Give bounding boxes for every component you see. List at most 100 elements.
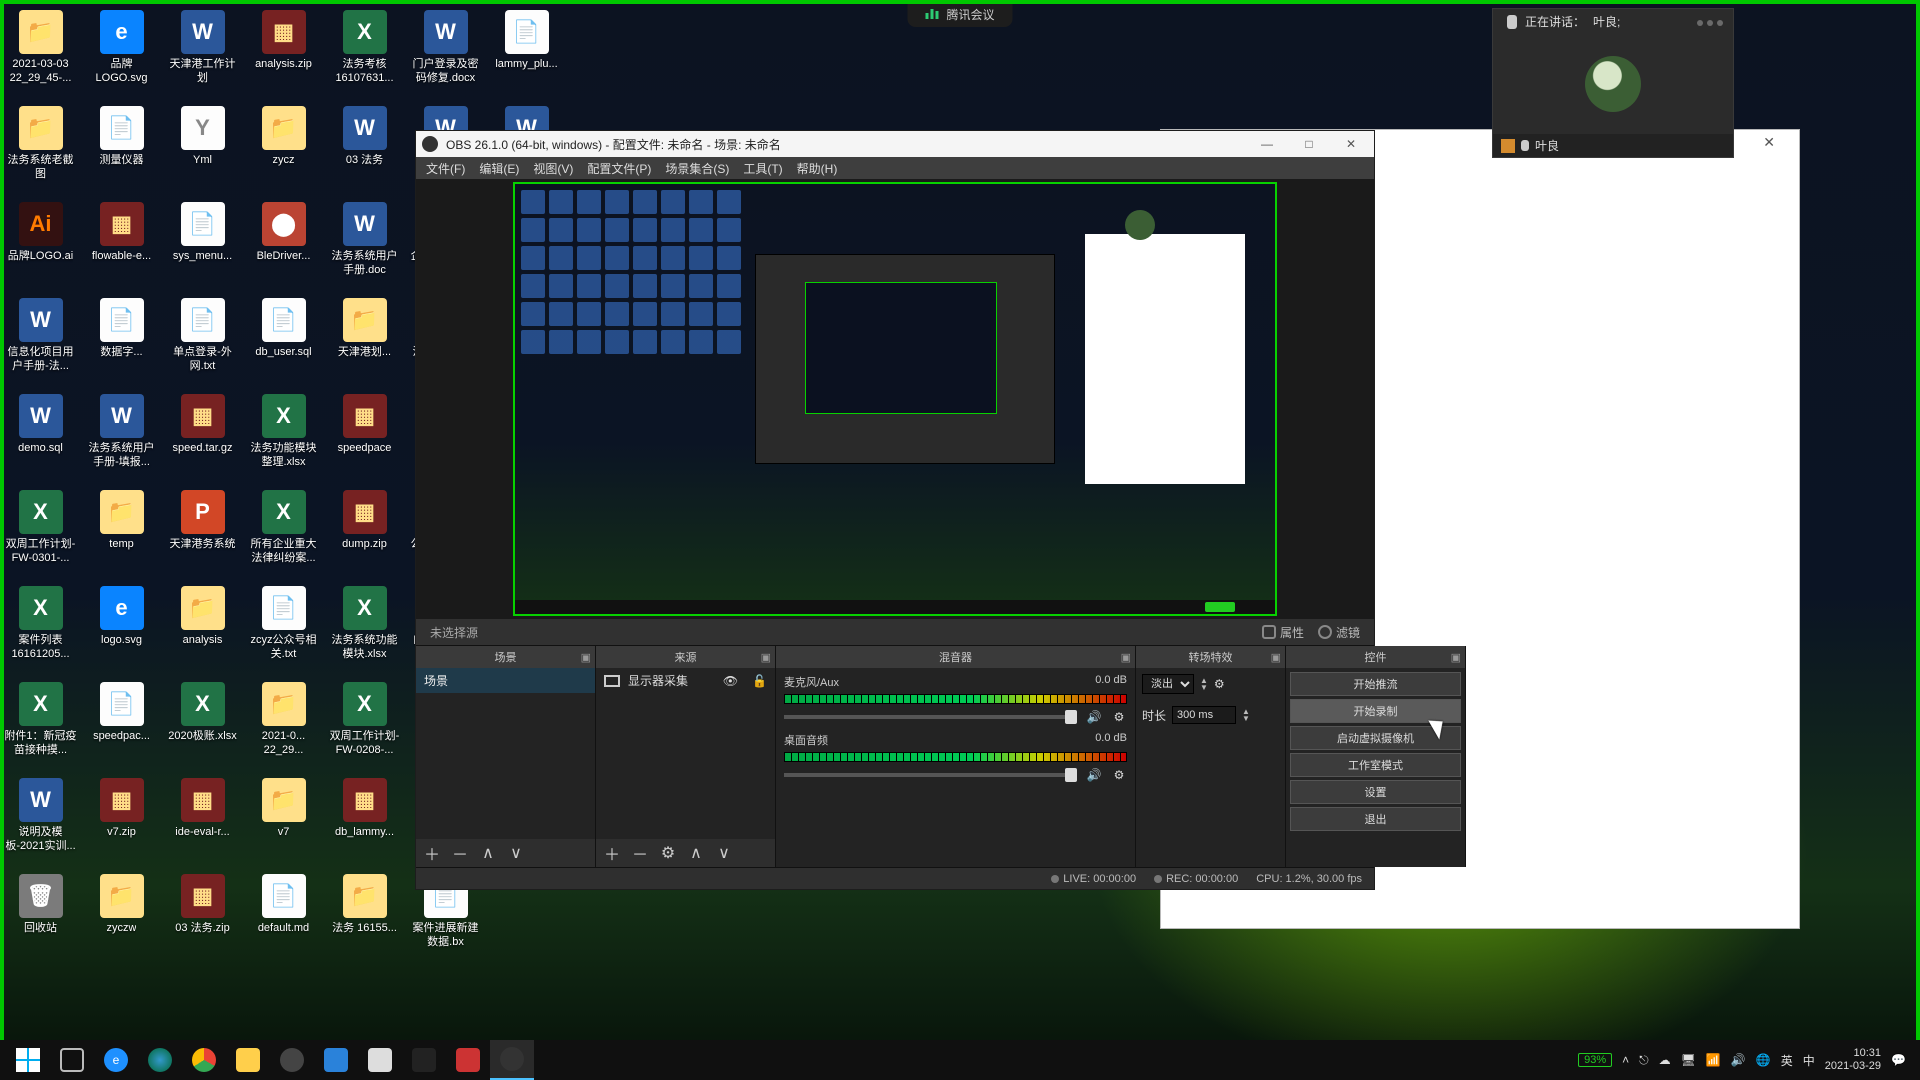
meeting-top-bar[interactable]: 腾讯会议	[907, 4, 1012, 27]
add-scene-button[interactable]: ＋	[424, 845, 440, 861]
maximize-button[interactable]: □	[1292, 137, 1326, 151]
duration-input[interactable]	[1172, 706, 1236, 724]
volume-icon[interactable]: 🔊	[1731, 1053, 1746, 1067]
desktop-icon[interactable]: ▦v7.zip	[85, 774, 158, 864]
scene-up-button[interactable]: ∧	[480, 845, 496, 861]
taskview-button[interactable]	[50, 1040, 94, 1080]
dock-pop-icon[interactable]: ▣	[581, 651, 591, 664]
ie-button[interactable]: e	[94, 1040, 138, 1080]
preview-canvas[interactable]	[515, 184, 1275, 614]
dock-pop-icon[interactable]: ▣	[1271, 651, 1281, 664]
desktop-icon[interactable]: 📁法务系统老截图	[4, 102, 77, 192]
desktop-icon[interactable]: 📁analysis	[166, 582, 239, 672]
desktop-icon[interactable]: X双周工作计划-FW-0208-...	[328, 678, 401, 768]
desktop-icon[interactable]: 📁v7	[247, 774, 320, 864]
desktop-icon[interactable]: 📄default.md	[247, 870, 320, 960]
desktop-icon[interactable]: ⬤BleDriver...	[247, 198, 320, 288]
obs-taskbar-button[interactable]	[490, 1040, 534, 1080]
meeting-speaker-panel[interactable]: 正在讲话： 叶良; 叶良	[1492, 8, 1734, 158]
desktop-icon[interactable]: W03 法务	[328, 102, 401, 192]
dock-pop-icon[interactable]: ▣	[761, 651, 771, 664]
menu-item[interactable]: 文件(F)	[426, 160, 465, 177]
battery-indicator[interactable]: 93%	[1578, 1053, 1612, 1067]
tray-icon[interactable]: ⎋	[1639, 1053, 1649, 1068]
source-item[interactable]: 显示器采集 👁 🔓	[596, 668, 775, 693]
desktop-icon[interactable]: W法务系统用户手册.doc	[328, 198, 401, 288]
desktop-icon[interactable]: 📁temp	[85, 486, 158, 576]
desktop-icon[interactable]: 📄数据字...	[85, 294, 158, 384]
channel-settings-button[interactable]: ⚙	[1111, 710, 1127, 724]
tray-icon[interactable]: 🖥	[1681, 1053, 1696, 1067]
duration-spin[interactable]: ▲▼	[1242, 708, 1250, 722]
filters-button[interactable]: 滤镜	[1318, 624, 1360, 641]
notifications-icon[interactable]: 💬	[1891, 1053, 1906, 1067]
desktop-icon[interactable]: ▦speedpace	[328, 390, 401, 480]
tray-chevron-icon[interactable]: ˄	[1622, 1053, 1629, 1067]
volume-slider[interactable]	[784, 773, 1077, 777]
desktop-icon[interactable]: X法务系统功能模块.xlsx	[328, 582, 401, 672]
desktop-icon[interactable]: W天津港工作计划	[166, 6, 239, 96]
close-button[interactable]: ✕	[1334, 137, 1368, 151]
desktop-icon[interactable]: 📄sys_menu...	[166, 198, 239, 288]
desktop-icon[interactable]: 📁2021-0... 22_29...	[247, 678, 320, 768]
source-up-button[interactable]: ∧	[688, 845, 704, 861]
control-button[interactable]: 设置	[1290, 780, 1461, 804]
menu-item[interactable]: 帮助(H)	[797, 160, 838, 177]
desktop-icon[interactable]: X法务功能模块整理.xlsx	[247, 390, 320, 480]
start-button[interactable]	[6, 1040, 50, 1080]
desktop-icon[interactable]: W信息化项目用户手册-法...	[4, 294, 77, 384]
desktop-icon[interactable]: X双周工作计划-FW-0301-...	[4, 486, 77, 576]
more-icon[interactable]	[1693, 15, 1723, 29]
desktop-icon[interactable]: Ai品牌LOGO.ai	[4, 198, 77, 288]
control-button[interactable]: 开始推流	[1290, 672, 1461, 696]
source-settings-button[interactable]: ⚙	[660, 845, 676, 861]
desktop-icon[interactable]: W门户登录及密码修复.docx	[409, 6, 482, 96]
desktop-icon[interactable]: ▦db_lammy...	[328, 774, 401, 864]
control-button[interactable]: 开始录制	[1290, 699, 1461, 723]
menu-item[interactable]: 视图(V)	[533, 160, 573, 177]
mute-button[interactable]: 🔊	[1085, 710, 1103, 724]
menu-item[interactable]: 场景集合(S)	[665, 160, 729, 177]
chrome-button[interactable]	[182, 1040, 226, 1080]
desktop-icon[interactable]: 📁2021-03-03 22_29_45-...	[4, 6, 77, 96]
add-source-button[interactable]: ＋	[604, 845, 620, 861]
scene-item[interactable]: 场景	[416, 668, 595, 693]
desktop-icon[interactable]: ▦analysis.zip	[247, 6, 320, 96]
source-down-button[interactable]: ∨	[716, 845, 732, 861]
desktop-icon[interactable]: 📄单点登录-外网.txt	[166, 294, 239, 384]
desktop-icon[interactable]: ▦flowable-e...	[85, 198, 158, 288]
remove-source-button[interactable]: －	[632, 845, 648, 861]
app-button-2[interactable]	[358, 1040, 402, 1080]
ime-indicator[interactable]: 中	[1803, 1052, 1815, 1069]
dock-pop-icon[interactable]: ▣	[1121, 651, 1131, 664]
desktop-icon[interactable]: 📁zycz	[247, 102, 320, 192]
control-button[interactable]: 启动虚拟摄像机	[1290, 726, 1461, 750]
desktop-icon[interactable]: 📁zyczw	[85, 870, 158, 960]
dock-pop-icon[interactable]: ▣	[1451, 651, 1461, 664]
lock-toggle[interactable]: 🔓	[752, 674, 767, 688]
settings-button[interactable]	[270, 1040, 314, 1080]
desktop-icon[interactable]: ▦03 法务.zip	[166, 870, 239, 960]
desktop-icon[interactable]: 📁天津港划...	[328, 294, 401, 384]
desktop-icon[interactable]: X法务考核16107631...	[328, 6, 401, 96]
visibility-toggle[interactable]: 👁	[723, 674, 738, 688]
menu-item[interactable]: 工具(T)	[743, 160, 782, 177]
desktop-icon[interactable]: 🗑回收站	[4, 870, 77, 960]
remove-scene-button[interactable]: －	[452, 845, 468, 861]
app-button-4[interactable]	[446, 1040, 490, 1080]
app-button-3[interactable]	[402, 1040, 446, 1080]
channel-settings-button[interactable]: ⚙	[1111, 768, 1127, 782]
desktop-icon[interactable]: P天津港务系统	[166, 486, 239, 576]
desktop-icon[interactable]: ▦speed.tar.gz	[166, 390, 239, 480]
taskbar-clock[interactable]: 10:31 2021-03-29	[1825, 1047, 1881, 1072]
wifi-icon[interactable]: 📶	[1706, 1053, 1721, 1067]
desktop-icon[interactable]: ▦dump.zip	[328, 486, 401, 576]
transition-settings-button[interactable]: ⚙	[1214, 677, 1225, 691]
explorer-button[interactable]	[226, 1040, 270, 1080]
desktop-icon[interactable]: X案件列表 16161205...	[4, 582, 77, 672]
desktop-icon[interactable]: X2020极账.xlsx	[166, 678, 239, 768]
desktop-icon[interactable]: e品牌LOGO.svg	[85, 6, 158, 96]
mute-button[interactable]: 🔊	[1085, 768, 1103, 782]
desktop-icon[interactable]: W说明及模板-2021实训...	[4, 774, 77, 864]
menu-item[interactable]: 配置文件(P)	[587, 160, 651, 177]
